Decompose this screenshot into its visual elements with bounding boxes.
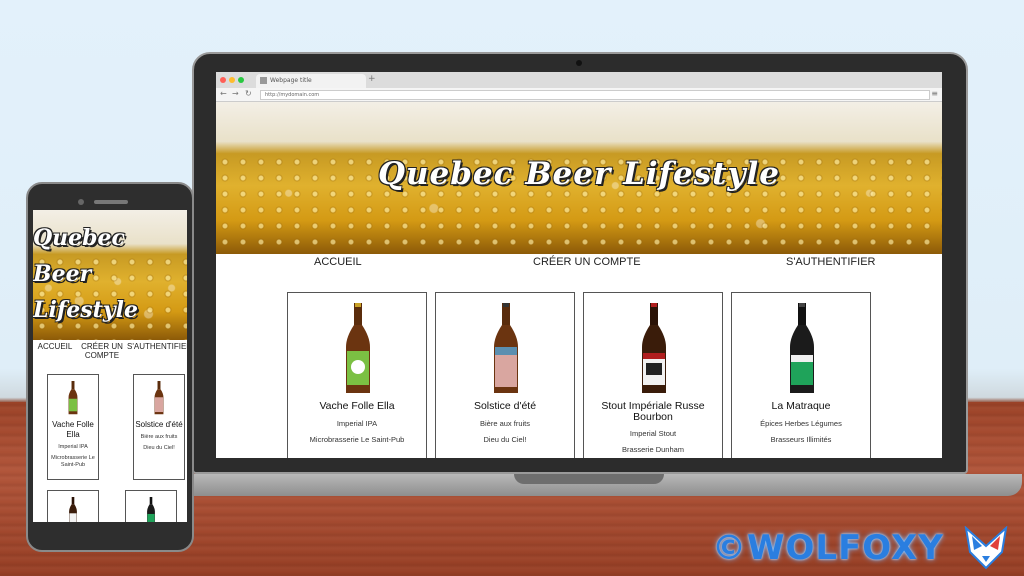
beer-style: Imperial Stout	[629, 429, 677, 438]
minimize-window-icon[interactable]	[229, 77, 235, 83]
beer-bottle-icon	[494, 303, 518, 393]
nav-creer-compte[interactable]: CRÉER UN COMPTE	[533, 256, 641, 268]
phone-camera	[78, 199, 84, 205]
beer-card[interactable]: La Matraque Épices Herbes Légumes Brasse…	[731, 292, 871, 458]
nav-accueil[interactable]: ACCUEIL	[35, 342, 75, 351]
phone-site-nav: ACCUEIL CRÉER UN COMPTE S'AUTHENTIFIER	[33, 340, 187, 378]
nav-authentifier[interactable]: S'AUTHENTIFIER	[127, 342, 187, 351]
beer-name: Vache Folle Ella	[319, 400, 395, 412]
phone-title-line: Beer	[33, 261, 92, 287]
browser-tab[interactable]: Webpage title	[256, 74, 366, 88]
nav-authentifier[interactable]: S'AUTHENTIFIER	[786, 256, 876, 268]
laptop-camera	[576, 60, 582, 66]
phone-title-line: Lifestyle	[33, 297, 138, 323]
site-nav: ACCUEIL CRÉER UN COMPTE S'AUTHENTIFIER	[216, 254, 942, 290]
url-input[interactable]: http://mydomain.com	[260, 90, 930, 100]
browser-tab-label: Webpage title	[270, 77, 312, 84]
phone-speaker	[94, 200, 128, 204]
browser-menu-icon[interactable]: ≡	[931, 89, 938, 98]
beer-card[interactable]: Vache Folle Ella Imperial IPA Microbrass…	[47, 374, 99, 480]
beer-brewery: Microbrasserie Le Saint-Pub	[309, 435, 405, 444]
phone-title-line: Quebec	[33, 225, 125, 251]
beer-style: Imperial IPA	[58, 444, 88, 450]
site-title: Quebec Beer Lifestyle	[377, 156, 781, 192]
beer-card[interactable]: Solstice d'été Bière aux fruits Dieu du …	[133, 374, 185, 480]
beer-name: Solstice d'été	[135, 420, 183, 429]
reload-icon[interactable]: ↻	[245, 89, 252, 98]
fox-logo-icon	[964, 526, 1008, 570]
site-banner: Quebec Beer Lifestyle	[216, 102, 942, 254]
beer-bottle-icon	[790, 303, 814, 393]
beer-bottle-icon	[147, 497, 155, 522]
close-window-icon[interactable]	[220, 77, 226, 83]
beer-style: Bière aux fruits	[140, 434, 178, 440]
beer-brewery: Brasseurs Illimités	[770, 435, 832, 444]
beer-style: Imperial IPA	[336, 419, 378, 428]
beer-bottle-icon	[68, 381, 78, 415]
phone-site-title: Quebec Beer Lifestyle	[33, 220, 138, 328]
beer-name: Stout Impériale Russe Bourbon	[601, 400, 705, 423]
beer-card[interactable]: Stout Impériale Russe Bourbon Imperial S…	[583, 292, 723, 458]
beer-style: Épices Herbes Légumes	[760, 419, 842, 428]
browser-address-bar: ← → ↻ http://mydomain.com ≡	[216, 88, 942, 102]
nav-creer-compte[interactable]: CRÉER UN COMPTE	[79, 342, 125, 360]
forward-arrow-icon[interactable]: →	[232, 89, 239, 98]
watermark-text: ©WOLFOXY	[712, 528, 944, 568]
beer-card[interactable]: Vache Folle Ella Imperial IPA Microbrass…	[287, 292, 427, 458]
beer-brewery: Dieu du Ciel!	[143, 445, 175, 451]
beer-card[interactable]	[47, 490, 99, 522]
beer-brewery: Brasserie Dunham	[621, 445, 685, 454]
laptop-screen: Webpage title + ← → ↻ http://mydomain.co…	[216, 72, 942, 458]
beer-name: Solstice d'été	[473, 400, 537, 412]
beer-card[interactable]: Solstice d'été Bière aux fruits Dieu du …	[435, 292, 575, 458]
nav-accueil[interactable]: ACCUEIL	[314, 256, 362, 268]
browser-tab-bar: Webpage title +	[216, 72, 942, 88]
beer-name: La Matraque	[771, 400, 831, 412]
page-icon	[260, 77, 267, 84]
beer-bottle-icon	[642, 303, 666, 393]
beer-brewery: Microbrasserie Le Saint-Pub	[51, 455, 95, 468]
beer-card[interactable]	[125, 490, 177, 522]
beer-brewery: Dieu du Ciel!	[483, 435, 527, 444]
maximize-window-icon[interactable]	[238, 77, 244, 83]
phone-site-banner: Quebec Beer Lifestyle	[33, 210, 187, 340]
beer-name: Vache Folle Ella	[52, 420, 94, 439]
new-tab-icon[interactable]: +	[368, 74, 376, 84]
beer-bottle-icon	[346, 303, 370, 393]
laptop-notch	[514, 474, 664, 484]
beer-bottle-icon	[69, 497, 77, 522]
beer-style: Bière aux fruits	[479, 419, 531, 428]
beer-bottle-icon	[154, 381, 164, 415]
back-arrow-icon[interactable]: ←	[220, 89, 227, 98]
phone-screen: Quebec Beer Lifestyle ACCUEIL CRÉER UN C…	[33, 210, 187, 522]
